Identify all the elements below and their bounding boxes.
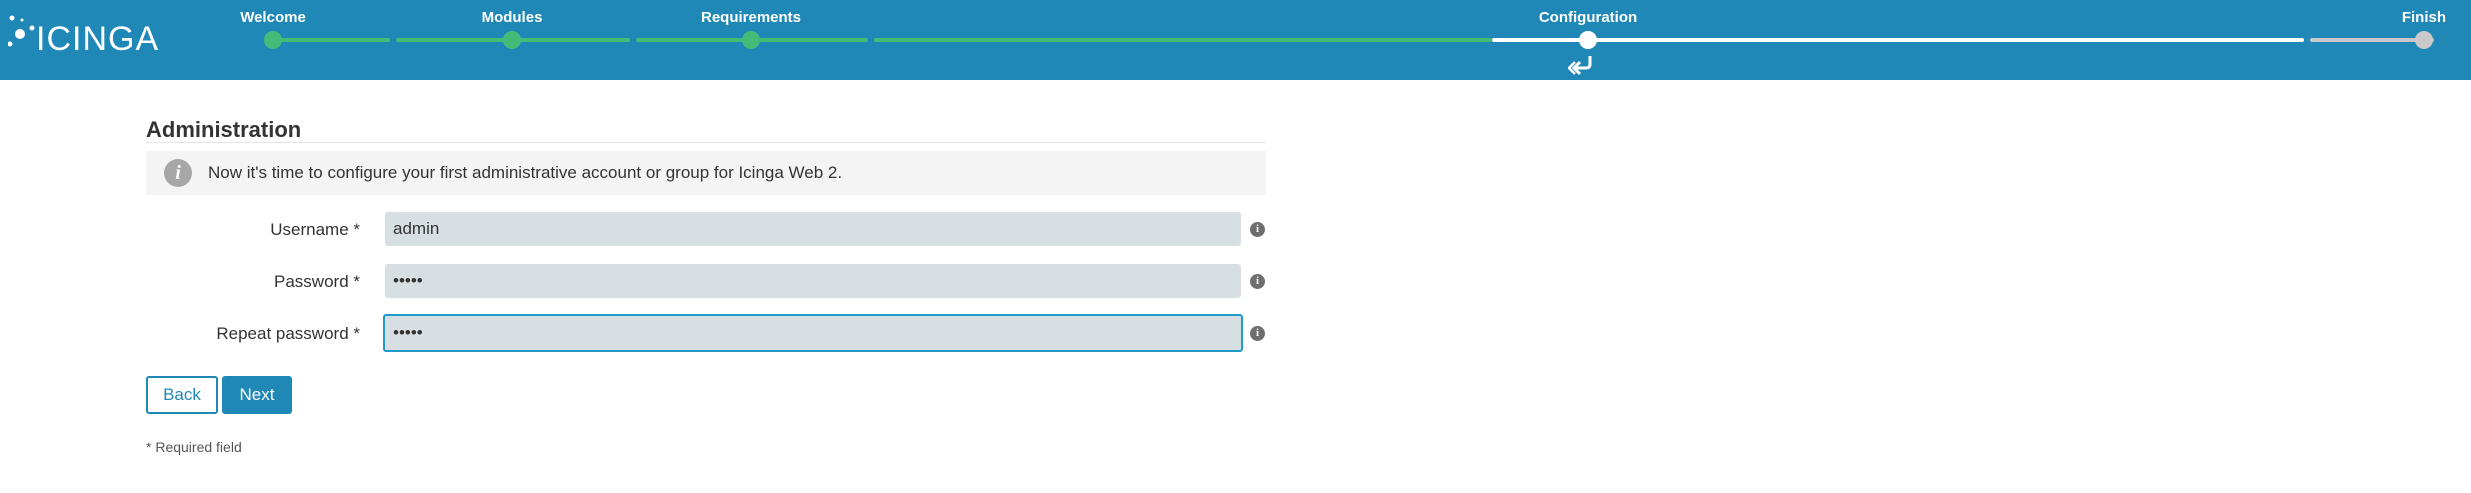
back-button[interactable]: Back — [146, 376, 218, 414]
progress-segment-configuration — [1492, 38, 2304, 42]
username-help-icon[interactable]: i — [1250, 222, 1265, 237]
progress-segment-to-configuration — [874, 38, 1492, 42]
repeat-password-help-icon[interactable]: i — [1250, 326, 1265, 341]
password-help-icon[interactable]: i — [1250, 274, 1265, 289]
step-label-modules: Modules — [481, 9, 543, 26]
step-dot-requirements[interactable] — [742, 31, 760, 49]
info-message: Now it's time to configure your first ad… — [208, 163, 843, 182]
step-label-finish: Finish — [2401, 9, 2446, 26]
password-input[interactable] — [385, 264, 1241, 298]
title-divider — [146, 142, 1266, 143]
step-dot-configuration — [1579, 31, 1597, 49]
progress-segment-welcome — [266, 38, 390, 42]
repeat-password-input[interactable] — [383, 314, 1243, 352]
step-label-configuration: Configuration — [1538, 9, 1638, 26]
current-step-arrow-icon — [1568, 56, 1592, 76]
required-field-note: * Required field — [146, 439, 242, 455]
repeat-password-label: Repeat password * — [216, 324, 360, 343]
next-button[interactable]: Next — [222, 376, 292, 414]
step-dot-modules[interactable] — [503, 31, 521, 49]
logo-mark-icon — [8, 15, 35, 47]
step-label-welcome: Welcome — [240, 9, 306, 26]
wizard-header: ICINGA Welcome Modules Requirements Conf… — [0, 0, 2471, 80]
username-input[interactable] — [385, 212, 1241, 246]
password-label: Password * — [274, 272, 360, 291]
logo-wordmark: ICINGA — [36, 20, 160, 58]
step-dot-finish — [2415, 31, 2433, 49]
icinga-logo: ICINGA — [8, 12, 158, 64]
page-title: Administration — [146, 117, 302, 142]
step-dot-welcome[interactable] — [264, 31, 282, 49]
username-label: Username * — [270, 220, 360, 239]
info-icon: i — [164, 159, 192, 187]
step-label-requirements: Requirements — [700, 9, 802, 26]
